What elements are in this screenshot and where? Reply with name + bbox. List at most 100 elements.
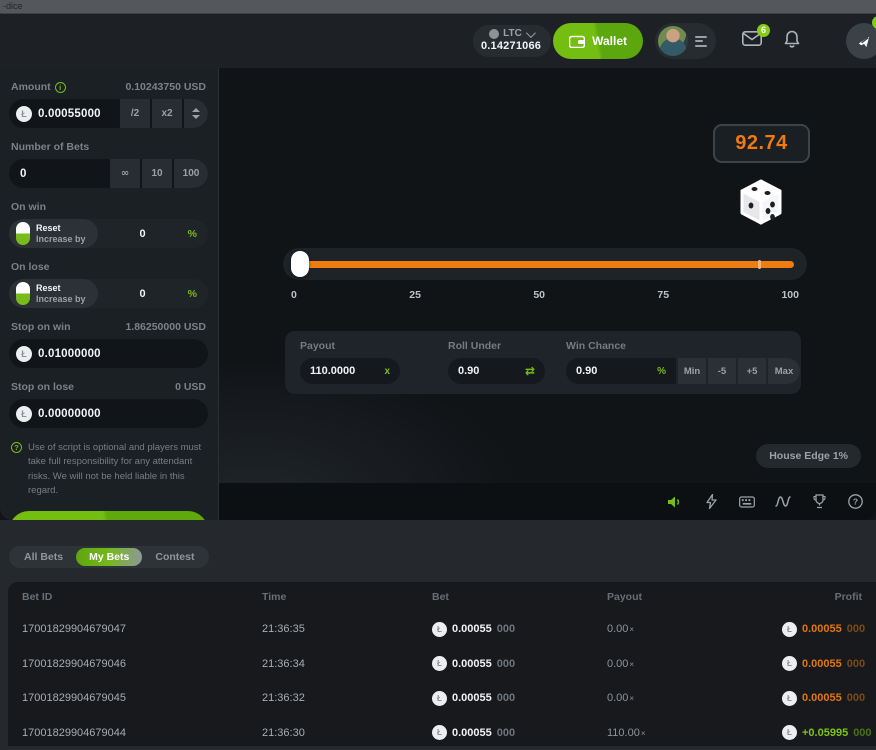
infinite-bets-button[interactable]: ∞	[110, 159, 140, 188]
col-bet-id: Bet ID	[22, 591, 262, 603]
ltc-coin-icon: Ł	[432, 691, 447, 706]
bet-amount-cell: Ł0.00055000	[432, 691, 607, 706]
reset-option: Reset	[36, 223, 86, 233]
house-edge-badge: House Edge 1%	[756, 444, 861, 468]
payout-input[interactable]: 110.0000 x	[300, 358, 400, 384]
disclaimer-text: Use of script is optional and players mu…	[28, 441, 206, 498]
win-chance-input[interactable]: 0.90 %	[566, 358, 676, 384]
tab-all-bets[interactable]: All Bets	[11, 548, 76, 566]
col-profit: Profit	[782, 591, 862, 603]
slider-handle[interactable]	[291, 251, 309, 277]
notifications-button[interactable]	[784, 30, 800, 53]
tab-contest[interactable]: Contest	[142, 548, 207, 566]
svg-text:?: ?	[852, 497, 857, 507]
roll-under-slider[interactable]	[283, 248, 807, 280]
num-bets-input[interactable]: 0 ∞ 10 100	[9, 159, 208, 188]
ltc-coin-icon: Ł	[432, 656, 447, 671]
currency-code: LTC	[503, 28, 522, 40]
bet-amount-cell: Ł0.00055000	[432, 656, 607, 671]
bet-id-cell: 17001829904679044	[22, 727, 262, 739]
on-win-value[interactable]: 0	[98, 228, 188, 240]
roll-under-value: 0.90	[458, 365, 479, 377]
hotkeys-button[interactable]	[739, 494, 755, 510]
on-win-label: On win	[11, 201, 46, 213]
amount-input[interactable]: Ł 0.00055000 /2 x2	[9, 99, 208, 128]
half-amount-button[interactable]: /2	[120, 99, 150, 128]
stop-on-win-label: Stop on win	[11, 321, 71, 333]
chance-minus5-button[interactable]: -5	[708, 358, 736, 384]
window-titlebar: -dice	[0, 0, 876, 14]
ltc-coin-icon: Ł	[16, 346, 32, 362]
tick-label: 50	[533, 289, 545, 301]
bet-parameters-panel: Payout 110.0000 x Roll Under 0.90 ⇄ Win …	[285, 331, 801, 394]
num-bets-value: 0	[20, 168, 27, 180]
on-win-mode-toggle[interactable]: Reset Increase by	[9, 219, 98, 248]
roll-result-value: 92.74	[735, 132, 788, 155]
bets-table-body: 1700182990467904721:36:35Ł0.000550000.00…	[8, 612, 876, 746]
bet-payout-cell: 0.00×	[607, 692, 782, 704]
profile-menu[interactable]	[655, 23, 716, 59]
toggle-switch-icon	[16, 282, 30, 305]
stop-on-lose-input[interactable]: Ł 0.00000000	[9, 399, 208, 428]
tick-label: 0	[291, 289, 297, 301]
chat-button[interactable]: 99	[846, 23, 876, 59]
slider-track[interactable]	[300, 261, 794, 268]
chat-icon	[856, 33, 873, 50]
on-lose-value[interactable]: 0	[98, 288, 188, 300]
bets-preset-100-button[interactable]: 100	[174, 159, 208, 188]
stop-on-lose-label: Stop on lose	[11, 381, 74, 393]
start-auto-bet-button[interactable]: Start Auto Bet	[9, 511, 208, 520]
sound-button[interactable]	[667, 494, 683, 510]
tab-my-bets[interactable]: My Bets	[76, 548, 142, 566]
info-icon[interactable]: i	[55, 82, 66, 93]
lightning-icon	[706, 494, 717, 509]
live-stats-button[interactable]	[775, 494, 791, 510]
currency-selector[interactable]: LTC 0.14271066	[473, 25, 551, 56]
amount-label: Amount	[11, 81, 51, 93]
table-row[interactable]: 1700182990467904521:36:32Ł0.000550000.00…	[8, 681, 876, 716]
mail-button[interactable]: 6	[742, 31, 762, 51]
stop-on-win-input[interactable]: Ł 0.01000000	[9, 339, 208, 368]
bet-time-cell: 21:36:34	[262, 658, 432, 670]
payout-value: 110.0000	[310, 365, 355, 377]
payout-unit: x	[370, 366, 390, 377]
bets-preset-10-button[interactable]: 10	[142, 159, 172, 188]
ltc-coin-icon: Ł	[782, 622, 797, 637]
chance-plus5-button[interactable]: +5	[738, 358, 766, 384]
ltc-coin-icon: Ł	[432, 622, 447, 637]
col-time: Time	[262, 591, 432, 603]
num-bets-label: Number of Bets	[11, 141, 89, 153]
menu-lines-icon	[695, 36, 707, 47]
wallet-button[interactable]: Wallet	[553, 23, 643, 59]
turbo-button[interactable]	[703, 494, 719, 510]
double-amount-button[interactable]: x2	[152, 99, 182, 128]
bet-profit-cell: Ł0.00055000	[782, 622, 865, 637]
ltc-coin-icon: Ł	[782, 656, 797, 671]
auto-bet-panel: Amount i 0.10243750 USD Ł 0.00055000 /2 …	[0, 68, 219, 520]
bets-tabs: All Bets My Bets Contest	[9, 546, 209, 568]
step-down-icon	[192, 115, 200, 119]
dice-game-area: 92.74 0 25 50 75 100	[219, 68, 876, 520]
amount-stepper[interactable]	[184, 99, 208, 128]
leaderboard-button[interactable]	[811, 494, 827, 510]
table-row[interactable]: 1700182990467904421:36:30Ł0.00055000110.…	[8, 716, 876, 747]
toggle-switch-icon	[16, 222, 30, 245]
trophy-icon	[813, 494, 826, 509]
ltc-coin-icon: Ł	[782, 725, 797, 740]
script-disclaimer: ? Use of script is optional and players …	[9, 441, 208, 498]
swap-icon[interactable]: ⇄	[511, 364, 535, 378]
table-row[interactable]: 1700182990467904621:36:34Ł0.000550000.00…	[8, 647, 876, 682]
chance-min-button[interactable]: Min	[678, 358, 706, 384]
help-button[interactable]: ?	[847, 494, 863, 510]
chance-max-button[interactable]: Max	[768, 358, 800, 384]
bet-payout-cell: 0.00×	[607, 623, 782, 635]
step-up-icon	[192, 108, 200, 112]
on-lose-mode-toggle[interactable]: Reset Increase by	[9, 279, 98, 308]
roll-under-input[interactable]: 0.90 ⇄	[448, 358, 545, 384]
bet-profit-cell: Ł0.00055000	[782, 656, 865, 671]
currency-balance: 0.14271066	[481, 40, 541, 53]
dice-game-card: Amount i 0.10243750 USD Ł 0.00055000 /2 …	[0, 68, 876, 520]
reset-option: Reset	[36, 283, 86, 293]
table-row[interactable]: 1700182990467904721:36:35Ł0.000550000.00…	[8, 612, 876, 647]
dice-icon	[737, 178, 785, 226]
